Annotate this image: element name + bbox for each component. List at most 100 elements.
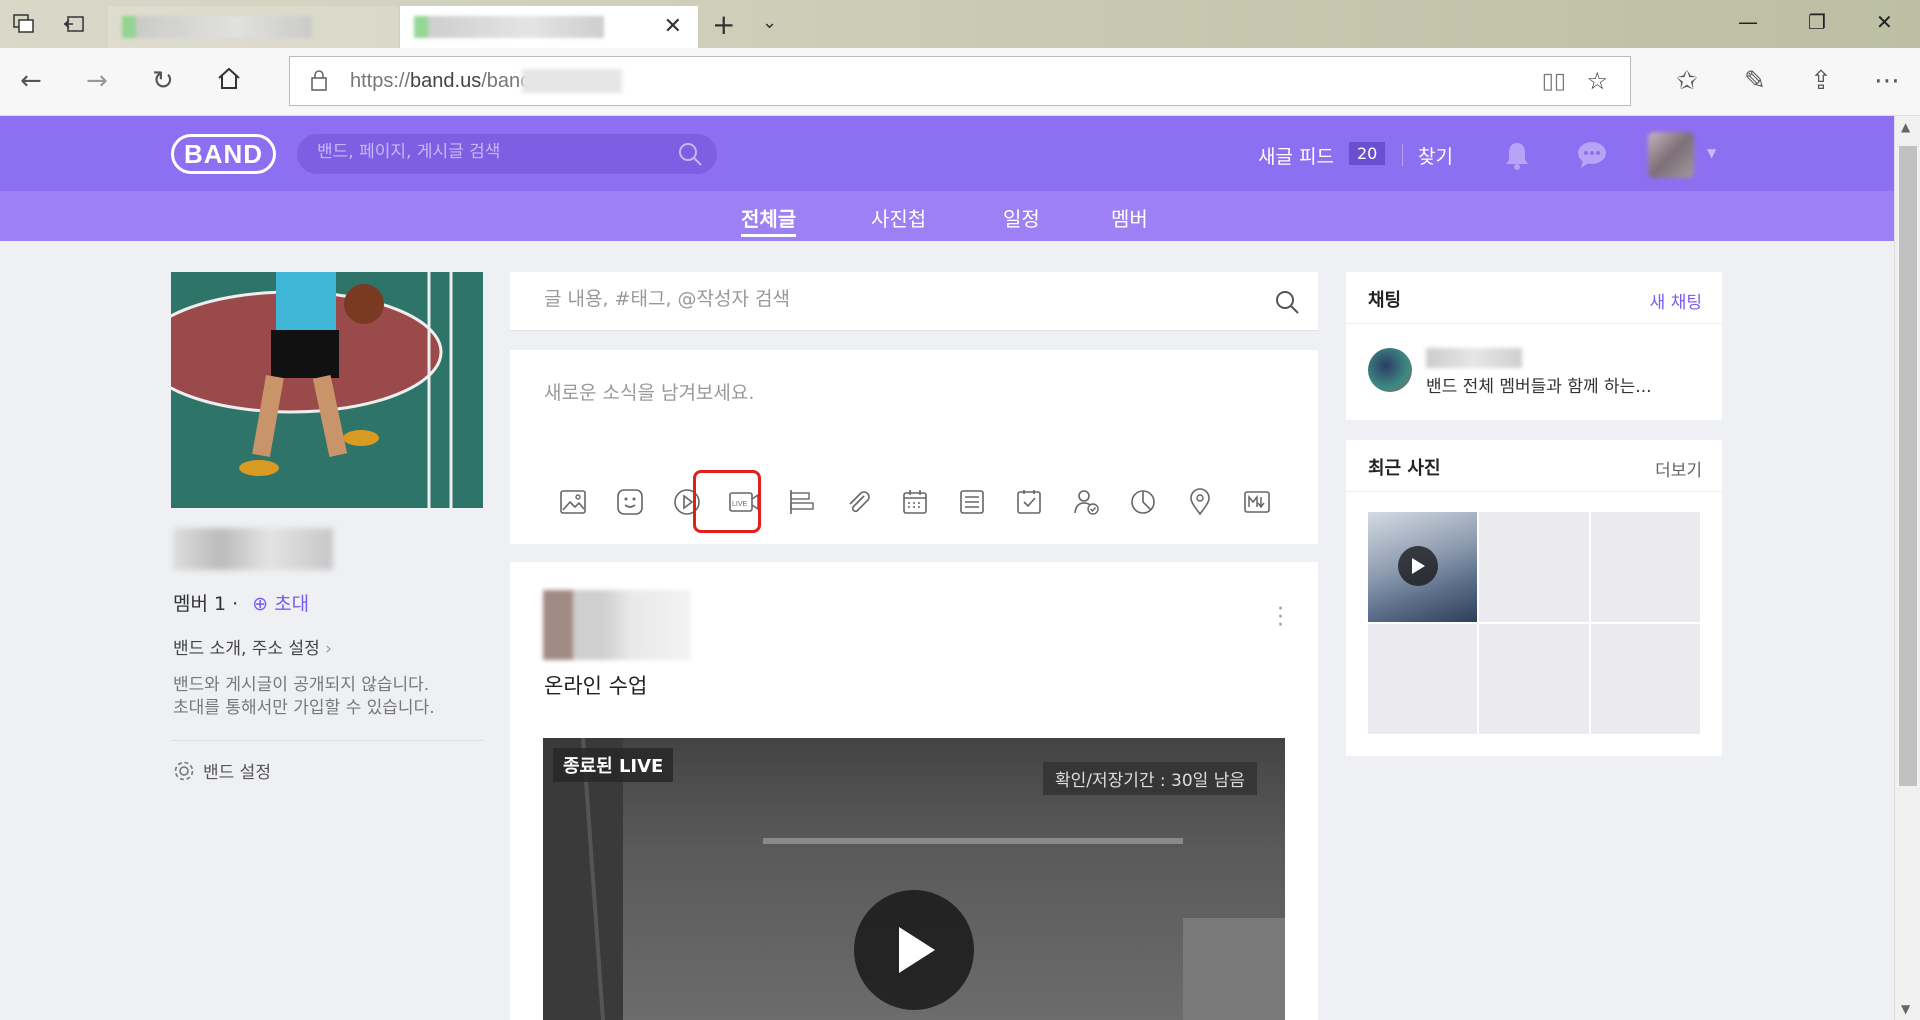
set-tabs-aside-icon[interactable] <box>60 12 88 36</box>
privacy-line-2: 초대를 통해서만 가입할 수 있습니다. <box>173 698 435 718</box>
band-cover-image[interactable] <box>171 272 483 508</box>
photo-empty-slot <box>1479 624 1589 734</box>
scroll-down-icon[interactable]: ▼ <box>1901 1002 1910 1016</box>
new-feed-link[interactable]: 새글 피드 <box>1258 142 1334 169</box>
band-search[interactable] <box>297 134 717 174</box>
pen-icon[interactable]: ✎ <box>1744 66 1766 96</box>
search-icon[interactable] <box>1274 289 1300 315</box>
author-redacted <box>543 590 691 660</box>
forward-icon[interactable]: → <box>86 66 108 96</box>
profile-caret-icon[interactable]: ▼ <box>1707 146 1716 160</box>
band-name-redacted <box>173 528 333 570</box>
browser-tab-bar: ✕ + ⌄ — ❐ ✕ <box>0 0 1920 48</box>
tab-schedule[interactable]: 일정 <box>1003 203 1040 232</box>
photo-grid <box>1368 512 1700 734</box>
new-tab-icon[interactable]: + <box>712 8 735 41</box>
privacy-notice: 밴드와 게시글이 공개되지 않습니다. 초대를 통해서만 가입할 수 있습니다. <box>173 674 483 720</box>
photos-more-link[interactable]: 더보기 <box>1655 456 1702 481</box>
tab-all-posts[interactable]: 전체글 <box>741 203 797 237</box>
post-search-box[interactable] <box>510 272 1318 330</box>
text-style-icon[interactable] <box>772 482 829 522</box>
photo-empty-slot <box>1590 624 1700 734</box>
ended-live-badge: 종료된 LIVE <box>553 748 674 782</box>
attendance-icon[interactable] <box>1057 482 1114 522</box>
search-icon[interactable] <box>677 141 703 167</box>
post-search-input[interactable] <box>544 288 1244 310</box>
browser-tab-active[interactable]: ✕ <box>400 6 698 48</box>
scroll-up-icon[interactable]: ▲ <box>1901 120 1910 134</box>
post-menu-icon[interactable]: · · · <box>1277 599 1284 637</box>
chevron-down-icon[interactable]: ⌄ <box>762 12 777 33</box>
todo-icon[interactable] <box>1000 482 1057 522</box>
invite-button[interactable]: ⊕ 초대 <box>252 593 309 615</box>
home-icon[interactable] <box>216 66 242 97</box>
poll-icon[interactable] <box>1114 482 1171 522</box>
feed-count-badge: 20 <box>1349 142 1386 165</box>
photo-empty-slot <box>1590 512 1700 622</box>
new-chat-link[interactable]: 새 채팅 <box>1650 288 1702 313</box>
browser-tab-inactive[interactable] <box>108 6 398 48</box>
refresh-icon[interactable]: ↻ <box>152 66 174 96</box>
tab-photos[interactable]: 사진첩 <box>871 203 926 232</box>
favorites-list-icon[interactable]: ✩ <box>1676 66 1698 96</box>
chat-room-avatar <box>1368 348 1412 392</box>
calendar-icon[interactable] <box>886 482 943 522</box>
close-window-icon[interactable]: ✕ <box>1876 10 1893 34</box>
play-icon[interactable] <box>854 890 974 1010</box>
favorite-star-icon[interactable]: ☆ <box>1586 67 1608 95</box>
chat-title: 채팅 <box>1368 290 1402 311</box>
close-tab-icon[interactable]: ✕ <box>664 14 682 39</box>
more-icon[interactable]: ⋯ <box>1874 66 1900 96</box>
find-link[interactable]: 찾기 <box>1418 142 1453 169</box>
image-icon[interactable] <box>544 482 601 522</box>
scrollbar-thumb[interactable] <box>1899 146 1917 786</box>
minimize-icon[interactable]: — <box>1738 10 1758 34</box>
profile-avatar[interactable] <box>1648 132 1694 178</box>
privacy-line-1: 밴드와 게시글이 공개되지 않습니다. <box>173 675 430 695</box>
url-text: https://band.us/banc <box>350 70 531 92</box>
restore-icon[interactable]: ❐ <box>1808 10 1826 34</box>
photo-empty-slot <box>1479 512 1589 622</box>
band-logo[interactable]: BAND <box>171 134 276 174</box>
post-card: · · · 온라인 수업 종료된 LIVE 확인/저장기간 : 30일 남음 <box>510 562 1318 1020</box>
tab-members[interactable]: 멤버 <box>1111 203 1148 232</box>
attachment-icon[interactable] <box>829 482 886 522</box>
invite-label: 초대 <box>274 593 310 615</box>
back-icon[interactable]: ← <box>20 66 42 96</box>
tab-overview-icon[interactable] <box>10 12 38 36</box>
checklist-icon[interactable] <box>943 482 1000 522</box>
member-count: 멤버 1 · ⊕ 초대 <box>173 589 309 616</box>
recent-photos-card: 최근 사진 더보기 <box>1346 440 1722 756</box>
live-video-player[interactable]: 종료된 LIVE 확인/저장기간 : 30일 남음 <box>543 738 1285 1020</box>
markdown-icon[interactable] <box>1228 482 1285 522</box>
post-composer[interactable]: 새로운 소식을 남겨보세요. LIVE <box>510 350 1318 544</box>
address-bar[interactable]: https://band.us/banc ▯▯ ☆ <box>289 56 1631 106</box>
url-redacted <box>522 69 622 93</box>
chat-room-desc: 밴드 전체 멤버들과 함께 하는... <box>1426 377 1652 397</box>
chat-room-name-redacted <box>1426 348 1522 368</box>
bell-icon[interactable] <box>1503 140 1531 170</box>
reading-view-icon[interactable]: ▯▯ <box>1542 69 1566 94</box>
share-icon[interactable]: ⇪ <box>1810 66 1832 96</box>
sticker-icon[interactable] <box>601 482 658 522</box>
post-title: 온라인 수업 <box>544 674 648 698</box>
member-label: 멤버 1 · <box>173 593 239 615</box>
chat-bubble-icon[interactable] <box>1576 140 1608 170</box>
live-highlight-box <box>693 470 761 533</box>
composer-prompt[interactable]: 새로운 소식을 남겨보세요. <box>544 378 754 405</box>
play-icon[interactable] <box>1398 546 1438 586</box>
photo-thumbnail[interactable] <box>1368 512 1478 622</box>
band-settings-link[interactable]: 밴드 설정 <box>173 758 271 783</box>
chevron-right-icon: › <box>325 639 332 659</box>
intro-label: 밴드 소개, 주소 설정 <box>173 639 320 659</box>
chat-card: 채팅 새 채팅 밴드 전체 멤버들과 함께 하는... <box>1346 272 1722 420</box>
photo-empty-slot <box>1368 624 1478 734</box>
page-scrollbar[interactable]: ▲ ▼ <box>1894 116 1920 1020</box>
band-intro-link[interactable]: 밴드 소개, 주소 설정 › <box>173 634 332 659</box>
band-search-input[interactable] <box>317 142 657 162</box>
gear-icon <box>174 761 194 780</box>
left-divider <box>171 740 483 741</box>
chat-card-header: 채팅 새 채팅 <box>1346 272 1722 324</box>
lock-icon <box>311 70 327 91</box>
location-icon[interactable] <box>1171 482 1228 522</box>
